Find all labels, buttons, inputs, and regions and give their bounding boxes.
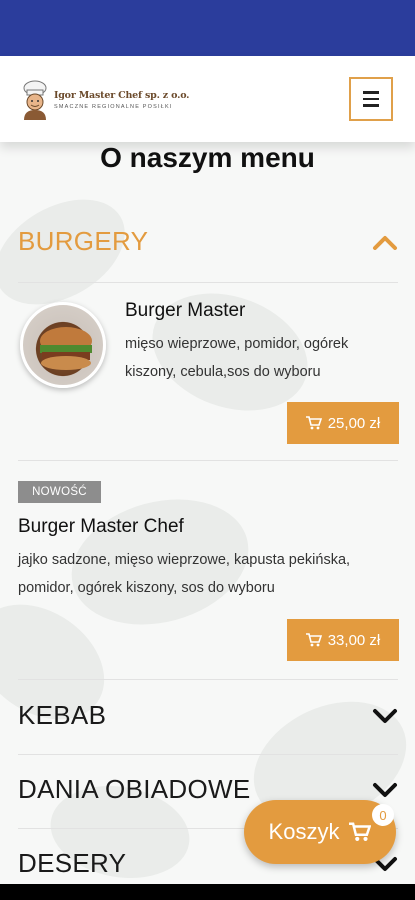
new-badge: NOWOŚĆ: [18, 481, 101, 503]
status-bar: [0, 0, 415, 56]
dish-name: Burger Master: [125, 300, 246, 321]
add-to-cart-button[interactable]: 25,00 zł: [287, 402, 399, 444]
dish-description: jajko sadzone, mięso wieprzowe, kapusta …: [18, 552, 351, 596]
section-title: DANIA OBIADOWE: [18, 774, 251, 804]
section-title: DESERY: [18, 848, 127, 878]
price-label: 33,00 zł: [327, 631, 381, 649]
divider: [18, 282, 398, 283]
shopping-cart-icon: [305, 416, 322, 430]
shopping-cart-icon: [349, 822, 372, 841]
logo-name: Igor Master Chef sp. z o.o.: [54, 90, 190, 101]
menu-content[interactable]: O naszym menu BURGERY Burger Master mięs…: [0, 142, 415, 884]
section-title: KEBAB: [18, 700, 107, 730]
chef-logo-icon: [23, 80, 47, 120]
divider: [18, 460, 398, 461]
chevron-down-icon: [373, 708, 397, 723]
cart-button[interactable]: Koszyk 0: [244, 800, 396, 864]
chevron-down-icon: [373, 782, 397, 797]
logo-tagline: SMACZNE REGIONALNE POSIŁKI: [54, 104, 173, 110]
section-kebab[interactable]: KEBAB: [18, 700, 398, 731]
logo[interactable]: Igor Master Chef sp. z o.o. SMACZNE REGI…: [18, 80, 190, 120]
dish-image: [20, 302, 106, 388]
price-label: 25,00 zł: [327, 414, 381, 432]
cart-label: Koszyk: [268, 819, 340, 844]
section-title: BURGERY: [18, 226, 149, 256]
menu-toggle-button[interactable]: [349, 77, 393, 121]
system-nav-bar: [0, 884, 415, 900]
site-header: Igor Master Chef sp. z o.o. SMACZNE REGI…: [0, 56, 415, 142]
cart-count-badge: 0: [372, 804, 394, 826]
dish-description: mięso wieprzowe, pomidor, ogórek kiszony…: [125, 336, 349, 380]
section-burgery[interactable]: BURGERY: [18, 226, 398, 257]
divider: [18, 754, 398, 755]
dish-name: Burger Master Chef: [18, 516, 184, 537]
chevron-up-icon: [373, 235, 397, 250]
page-title: O naszym menu: [100, 142, 315, 173]
add-to-cart-button[interactable]: 33,00 zł: [287, 619, 399, 661]
shopping-cart-icon: [305, 633, 322, 647]
hamburger-icon: [363, 91, 379, 94]
divider: [18, 679, 398, 680]
